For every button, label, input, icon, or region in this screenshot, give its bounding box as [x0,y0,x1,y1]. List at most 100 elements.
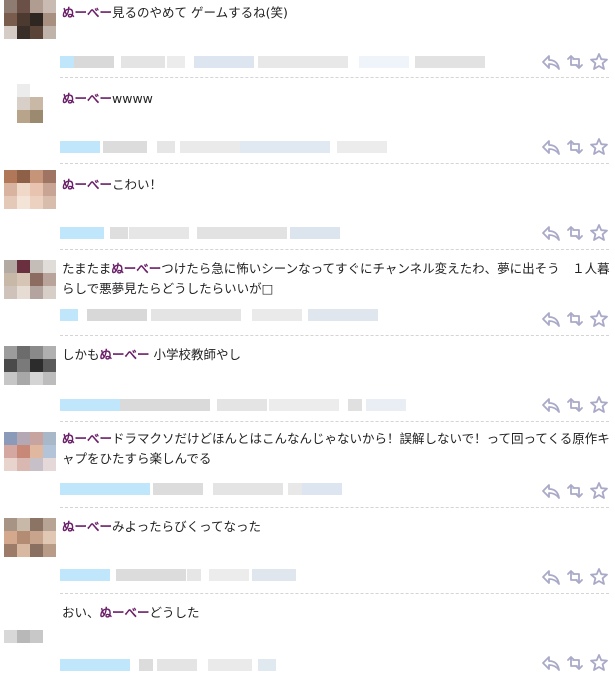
avatar-pixel [17,630,30,643]
avatar-pixel [30,531,43,544]
favorite-icon[interactable] [589,395,609,415]
tweet-text-before: しかも [62,347,100,362]
retweet-icon[interactable] [565,567,585,587]
favorite-icon[interactable] [589,481,609,501]
avatar-pixel [17,170,30,183]
avatar-pixel [17,445,30,458]
tweet: ぬーべーみよったらびくってなった [0,508,615,594]
tweet-text: ぬーべーみよったらびくってなった [62,517,610,537]
meta-blur-block [308,309,378,321]
avatar-pixel [43,260,56,273]
meta-blur-block [103,141,147,153]
reply-icon[interactable] [541,309,561,329]
tweet-actions [541,567,609,587]
meta-blur-block [167,56,185,68]
avatar-pixel [43,26,56,39]
tweet-text-before: おい、 [62,605,100,620]
reply-icon[interactable] [541,653,561,673]
reply-icon[interactable] [541,137,561,157]
meta-blur-block [197,227,287,239]
avatar[interactable] [4,346,56,406]
tweet-meta [60,659,277,671]
avatar-pixel [17,260,30,273]
meta-blur-block [151,309,241,321]
tweet-meta [60,483,349,495]
tweet-text: ぬーべーwwww [62,89,610,109]
retweet-icon[interactable] [565,481,585,501]
avatar[interactable] [4,260,56,320]
avatar[interactable] [4,432,56,492]
tweet-text: おい、ぬーべーどうした [62,603,610,623]
reply-icon[interactable] [541,481,561,501]
avatar-pixel [17,458,30,471]
avatar-pixel [17,273,30,286]
avatar[interactable] [4,604,56,664]
meta-blur-block [302,483,342,495]
avatar-pixel [30,372,43,385]
favorite-icon[interactable] [589,223,609,243]
tweet-text: たまたまぬーべーつけたら急に怖いシーンなってすぐにチャンネル変えたわ、夢に出そう… [62,259,610,299]
avatar[interactable] [4,0,56,60]
reply-icon[interactable] [541,223,561,243]
retweet-icon[interactable] [565,309,585,329]
tweet: しかもぬーべー 小学校教師やし [0,336,615,422]
tweet-actions [541,653,609,673]
avatar-pixel [4,97,17,110]
favorite-icon[interactable] [589,52,609,72]
avatar-pixel [4,544,17,557]
avatar-pixel [17,372,30,385]
avatar[interactable] [4,170,56,230]
tweet-keyword: ぬーべー [111,261,162,276]
favorite-icon[interactable] [589,309,609,329]
reply-icon[interactable] [541,395,561,415]
meta-blur-block [60,399,120,411]
tweet: ぬーべーwwww [0,78,615,164]
avatar[interactable] [4,518,56,578]
favorite-icon[interactable] [589,567,609,587]
favorite-icon[interactable] [589,653,609,673]
meta-blur-block [110,227,128,239]
avatar-pixel [17,604,30,617]
reply-icon[interactable] [541,567,561,587]
avatar-pixel [30,170,43,183]
meta-blur-block [252,569,296,581]
retweet-icon[interactable] [565,223,585,243]
meta-blur-block [269,399,339,411]
retweet-icon[interactable] [565,653,585,673]
retweet-icon[interactable] [565,52,585,72]
meta-blur-block [288,483,302,495]
avatar-pixel [17,0,30,13]
avatar-pixel [17,183,30,196]
avatar-pixel [30,84,43,97]
tweet-meta [60,56,486,68]
avatar-pixel [43,359,56,372]
meta-blur-block [208,659,252,671]
tweet-text-after: 小学校教師やし [149,347,242,362]
tweet-meta [60,141,389,153]
reply-icon[interactable] [541,52,561,72]
retweet-icon[interactable] [565,137,585,157]
meta-blur-block [60,483,150,495]
avatar[interactable] [4,84,56,144]
retweet-icon[interactable] [565,395,585,415]
avatar-pixel [4,518,17,531]
tweet-text-after: 見るのやめて ゲームするね(笑) [112,5,288,20]
favorite-icon[interactable] [589,137,609,157]
meta-blur-block [258,56,348,68]
tweet-text: しかもぬーべー 小学校教師やし [62,345,610,365]
meta-blur-block [120,399,210,411]
meta-blur-block [258,659,276,671]
tweet: たまたまぬーべーつけたら急に怖いシーンなってすぐにチャンネル変えたわ、夢に出そう… [0,250,615,336]
meta-blur-block [87,309,147,321]
tweet-text-before: たまたま [62,261,112,276]
avatar-pixel [4,13,17,26]
meta-blur-block [157,141,175,153]
avatar-pixel [30,97,43,110]
meta-blur-block [290,227,340,239]
meta-blur-block [180,141,240,153]
meta-blur-block [337,141,387,153]
avatar-pixel [30,0,43,13]
meta-blur-block [153,483,203,495]
meta-blur-block [359,56,409,68]
avatar-pixel [43,518,56,531]
